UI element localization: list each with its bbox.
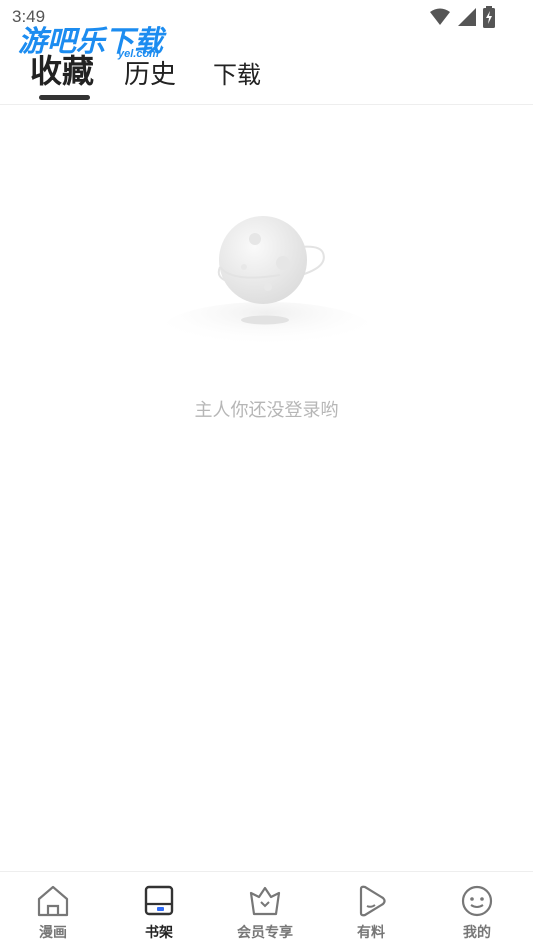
profile-icon <box>461 885 493 917</box>
empty-state-message: 主人你还没登录哟 <box>194 400 339 421</box>
nav-label-comics: 漫画 <box>39 925 67 941</box>
bottom-nav: 漫画 书架 会员专享 有料 我的 <box>0 871 533 949</box>
planet-icon <box>160 205 375 358</box>
active-tab-indicator <box>39 95 90 100</box>
nav-item-profile[interactable]: 我的 <box>424 872 530 949</box>
nav-item-comics[interactable]: 漫画 <box>0 872 106 949</box>
play-icon <box>359 885 386 917</box>
nav-label-profile: 我的 <box>463 925 491 941</box>
nav-label-feed: 有料 <box>357 925 385 941</box>
tab-favorites[interactable]: 收藏 <box>30 46 94 92</box>
nav-item-feed[interactable]: 有料 <box>318 872 424 949</box>
tab-history[interactable]: 历史 <box>124 54 176 91</box>
nav-item-vip[interactable]: 会员专享 <box>212 872 318 949</box>
vip-crown-icon <box>249 886 281 916</box>
nav-label-vip: 会员专享 <box>237 925 293 941</box>
cell-signal-icon <box>458 8 476 26</box>
nav-label-bookshelf: 书架 <box>145 925 173 941</box>
tab-downloads[interactable]: 下载 <box>213 55 261 90</box>
wifi-icon <box>430 8 450 25</box>
status-icons <box>429 6 495 28</box>
nav-item-bookshelf[interactable]: 书架 <box>106 872 212 949</box>
bookshelf-icon <box>144 885 174 916</box>
home-icon <box>37 885 69 917</box>
tab-bar: 收藏 历史 下载 <box>0 40 533 105</box>
battery-charging-icon <box>483 6 495 28</box>
